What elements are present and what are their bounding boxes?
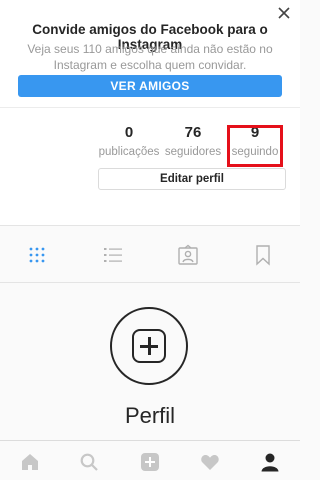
edit-profile-button[interactable]: Editar perfil <box>98 168 286 190</box>
followers-stat[interactable]: 76 seguidores <box>161 124 225 160</box>
search-icon[interactable] <box>79 452 99 472</box>
posts-stat: 0 publicações <box>97 124 161 160</box>
followers-label: seguidores <box>164 146 222 158</box>
posts-count: 0 <box>124 124 134 141</box>
tagged-photos-icon[interactable] <box>177 244 199 266</box>
bottom-navigation <box>0 440 300 480</box>
see-friends-button[interactable]: VER AMIGOS <box>18 75 282 97</box>
add-photo-icon[interactable] <box>110 307 188 385</box>
following-highlight-box <box>227 125 283 167</box>
profile-icon[interactable] <box>260 452 280 472</box>
facebook-invite-banner: Convide amigos do Facebook para o Instag… <box>0 0 300 107</box>
add-post-icon[interactable] <box>140 452 160 472</box>
grid-icon[interactable] <box>26 244 48 266</box>
followers-count: 76 <box>184 124 202 141</box>
bookmark-icon[interactable] <box>252 244 274 266</box>
banner-text: Veja seus 110 amigos que ainda não estão… <box>27 42 273 72</box>
close-icon[interactable] <box>276 5 292 21</box>
heart-icon[interactable] <box>200 452 220 472</box>
profile-view-tabs <box>0 225 300 283</box>
profile-header: 0 publicações 76 seguidores 9 seguindo E… <box>0 107 300 225</box>
empty-profile-state: Perfil <box>0 283 300 440</box>
empty-state-title: Perfil <box>124 403 176 428</box>
list-icon[interactable] <box>102 244 124 266</box>
home-icon[interactable] <box>20 452 40 472</box>
posts-label: publicações <box>98 146 160 158</box>
